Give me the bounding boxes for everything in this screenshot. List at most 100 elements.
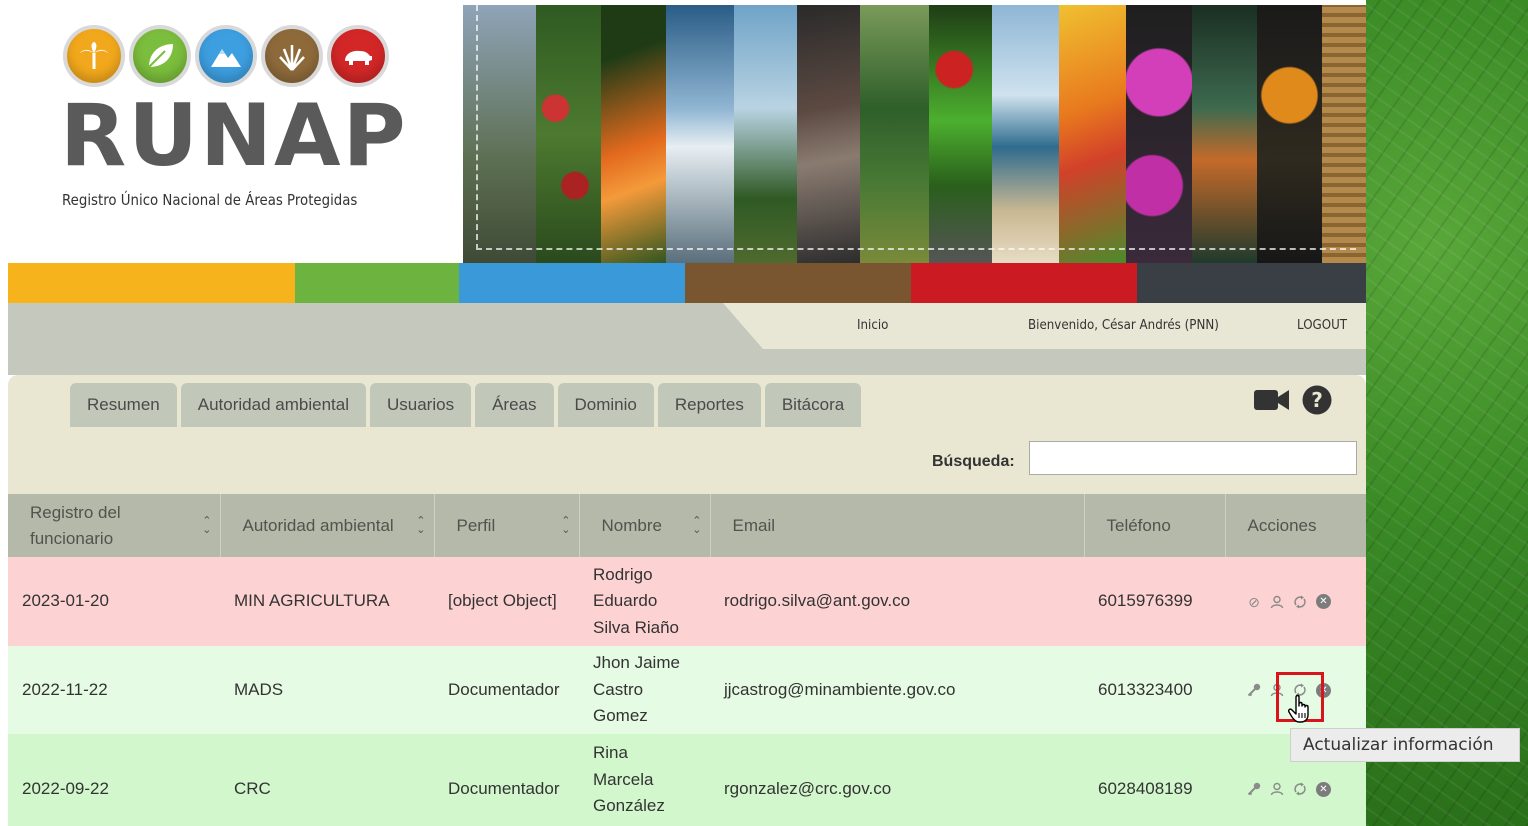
column-header-label: Email — [732, 515, 776, 535]
column-header-registro[interactable]: Registro del funcionario ⌃ ⌄ — [8, 494, 221, 557]
tab-autoridad-ambiental[interactable]: Autoridad ambiental — [180, 383, 366, 427]
block-icon[interactable]: ⊘ — [1247, 595, 1261, 609]
nombre-line: Rodrigo — [593, 564, 653, 584]
cell-acciones: ⊘ ✕ — [1225, 557, 1366, 646]
photo-tree — [797, 5, 861, 263]
search-input[interactable] — [1029, 441, 1357, 475]
users-table: Registro del funcionario ⌃ ⌄ Autoridad amb… — [8, 494, 1366, 826]
runap-logo[interactable]: RUNAP Registro Único Nacional de Áreas P… — [8, 5, 463, 263]
nombre-line: Gomez — [593, 706, 648, 726]
table-row: 2022-09-22 CRC Documentador Rina Marcela… — [8, 734, 1366, 826]
user-icon[interactable] — [1270, 782, 1284, 796]
color-bar — [8, 263, 1366, 303]
nombre-line: Castro — [593, 679, 644, 699]
photo-sky — [665, 5, 735, 263]
palm-icon — [63, 25, 125, 87]
column-header-nombre[interactable]: Nombre ⌃ ⌄ — [579, 494, 711, 557]
cell-registro: 2022-11-22 — [8, 646, 220, 734]
column-header-perfil[interactable]: Perfil ⌃ ⌄ — [434, 494, 580, 557]
sort-icon: ⌃ ⌄ — [692, 514, 702, 536]
column-header-telefono[interactable]: Teléfono — [1084, 494, 1226, 557]
refresh-icon[interactable] — [1293, 595, 1307, 609]
tab-bitacora[interactable]: Bitácora — [764, 383, 862, 427]
delete-icon[interactable]: ✕ — [1316, 781, 1331, 797]
color-bar-green — [295, 263, 459, 303]
photo-fish — [1192, 5, 1258, 263]
key-icon[interactable] — [1247, 782, 1261, 796]
cell-email: rodrigo.silva@ant.gov.co — [710, 557, 1084, 646]
key-icon[interactable] — [1247, 683, 1261, 697]
color-bar-red — [911, 263, 1137, 303]
logo-subtitle: Registro Único Nacional de Áreas Protegi… — [62, 191, 358, 209]
column-header-email[interactable]: Email — [710, 494, 1085, 557]
cell-autoridad: MIN AGRICULTURA — [220, 557, 434, 646]
bear-icon — [327, 25, 389, 87]
cell-email: rgonzalez@crc.gov.co — [710, 734, 1084, 826]
tab-areas[interactable]: Áreas — [475, 383, 554, 427]
nombre-line: Rina — [593, 743, 628, 762]
column-header-label: Acciones — [1247, 515, 1317, 535]
column-header-label: Autoridad ambiental — [242, 515, 394, 535]
photo-monkey — [1257, 5, 1323, 263]
tooltip: Actualizar información — [1290, 728, 1520, 762]
column-header-acciones: Acciones — [1225, 494, 1366, 557]
welcome-user-link[interactable]: Bienvenido, César Andrés (PNN) — [1028, 317, 1219, 333]
main-tabs: Resumen Autoridad ambiental Usuarios Áre… — [70, 383, 862, 427]
logo-circles — [63, 25, 389, 87]
nature-photo-banner — [463, 5, 1366, 263]
top-navigation: Inicio Bienvenido, César Andrés (PNN) LO… — [8, 303, 1366, 375]
nombre-line: González — [593, 796, 665, 815]
row-actions: ⊘ ✕ — [1239, 594, 1358, 609]
hand-cursor-icon — [1288, 694, 1314, 729]
delete-icon[interactable]: ✕ — [1316, 682, 1331, 698]
color-bar-brown — [685, 263, 911, 303]
row-actions: ✕ — [1239, 781, 1358, 797]
nav-home-link[interactable]: Inicio — [857, 317, 888, 333]
delete-icon[interactable]: ✕ — [1316, 594, 1331, 609]
photo-beach — [991, 5, 1059, 263]
leaf-icon — [129, 25, 191, 87]
sort-icon: ⌃ ⌄ — [561, 514, 571, 536]
tab-usuarios[interactable]: Usuarios — [369, 383, 472, 427]
sort-icon: ⌃ ⌄ — [416, 514, 426, 536]
tab-resumen[interactable]: Resumen — [70, 383, 177, 427]
cell-telefono: 6028408189 — [1084, 734, 1225, 826]
refresh-icon[interactable] — [1293, 782, 1307, 796]
logout-link[interactable]: LOGOUT — [1297, 317, 1347, 333]
cell-perfil: [object Object] — [434, 557, 579, 646]
photo-butterfly — [600, 5, 666, 263]
content-panel: Resumen Autoridad ambiental Usuarios Áre… — [8, 375, 1366, 826]
page: RUNAP Registro Único Nacional de Áreas P… — [8, 5, 1366, 826]
video-camera-icon[interactable] — [1254, 387, 1290, 418]
tab-reportes[interactable]: Reportes — [657, 383, 761, 427]
cell-nombre: Rodrigo Eduardo Silva Riaño — [579, 557, 710, 646]
nombre-line: Silva Riaño — [593, 617, 679, 637]
help-icon[interactable]: ? — [1302, 385, 1332, 420]
user-icon[interactable] — [1270, 683, 1284, 697]
tab-dominio[interactable]: Dominio — [557, 383, 654, 427]
photo-frog — [929, 5, 992, 263]
nombre-line: Eduardo — [593, 591, 658, 611]
color-bar-dark — [1137, 263, 1366, 303]
user-icon[interactable] — [1270, 595, 1284, 609]
column-header-label: Registro del funcionario — [30, 502, 121, 548]
photo-macaw — [1058, 5, 1126, 263]
photo-jungle — [860, 5, 930, 263]
cell-autoridad: MADS — [220, 646, 434, 734]
photo-basket — [1322, 5, 1366, 263]
cell-registro: 2022-09-22 — [8, 734, 220, 826]
photo-coffee — [535, 5, 601, 263]
cell-nombre: Jhon Jaime Castro Gomez — [579, 646, 710, 734]
photo-orchid — [1125, 5, 1193, 263]
panel-toolbar: ? — [1254, 385, 1332, 420]
column-header-autoridad[interactable]: Autoridad ambiental ⌃ ⌄ — [220, 494, 435, 557]
mountain-icon — [195, 25, 257, 87]
cell-telefono: 6015976399 — [1084, 557, 1225, 646]
cell-autoridad: CRC — [220, 734, 434, 826]
nombre-line: Jhon Jaime — [593, 653, 680, 673]
search-label: Búsqueda: — [932, 453, 1015, 470]
sort-icon: ⌃ ⌄ — [202, 514, 212, 536]
column-header-label: Nombre — [601, 515, 662, 535]
column-header-label: Perfil — [456, 515, 496, 535]
column-header-label: Teléfono — [1106, 515, 1171, 535]
